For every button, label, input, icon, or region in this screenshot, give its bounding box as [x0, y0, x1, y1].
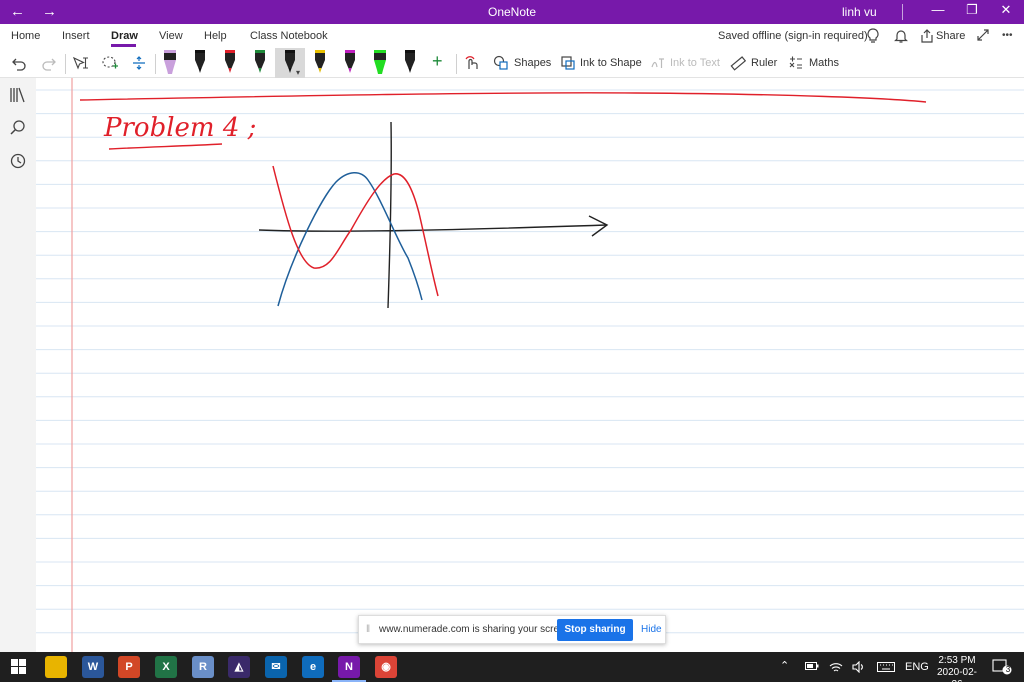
maths-icon[interactable] [788, 55, 804, 74]
ink-y-axis [387, 121, 392, 309]
active-tab-indicator [111, 44, 136, 47]
windows-taskbar: WPXR ◭ ✉ eN ◉ ⌃ ENG 2:53 PM 2020-02-26 3 [0, 652, 1024, 682]
ink-to-text-icon[interactable] [650, 55, 666, 74]
tray-chevron-icon[interactable]: ⌃ [780, 659, 789, 672]
ink-red-top-line [79, 92, 927, 103]
tab-draw[interactable]: Draw [111, 30, 138, 42]
tab-view[interactable]: View [159, 30, 183, 42]
stop-sharing-button[interactable]: Stop sharing [557, 619, 633, 641]
pen-8[interactable] [374, 50, 386, 74]
clock-time: 2:53 PM [938, 655, 976, 666]
ink-to-text-button[interactable]: Ink to Text [670, 57, 720, 69]
add-space-icon[interactable] [131, 55, 147, 74]
taskbar-app-chrome[interactable]: ◉ [375, 656, 397, 678]
search-icon[interactable] [9, 119, 27, 137]
minimize-button[interactable]: — [928, 2, 948, 17]
undo-icon[interactable] [11, 55, 27, 74]
shapes-button[interactable]: Shapes [514, 57, 551, 69]
share-button[interactable]: Share [936, 30, 965, 42]
toolbar-divider [65, 54, 66, 74]
type-select-icon[interactable] [72, 55, 90, 74]
ink-blue-curve [277, 172, 423, 307]
keyboard-icon[interactable] [877, 661, 895, 676]
share-message: www.numerade.com is sharing your screen. [379, 624, 573, 635]
tab-insert[interactable]: Insert [62, 30, 90, 42]
maths-button[interactable]: Maths [809, 57, 839, 69]
clock-date: 2020-02-26 [936, 667, 978, 682]
ruler-button[interactable]: Ruler [751, 57, 777, 69]
share-icon[interactable] [920, 28, 934, 47]
ruler-icon[interactable] [730, 55, 747, 74]
navigation-sidebar [0, 78, 36, 652]
tab-class-notebook[interactable]: Class Notebook [250, 30, 328, 42]
close-button[interactable]: ✕ [996, 2, 1016, 18]
pen-gallery [164, 50, 415, 74]
more-options-icon[interactable]: ••• [1002, 30, 1013, 41]
hide-link[interactable]: Hide [641, 624, 662, 635]
pen-6[interactable] [315, 50, 325, 73]
user-name[interactable]: linh vu [842, 5, 877, 19]
draw-toolbar: ▾ + Shapes Ink to Shape Ink to Text Rule… [0, 48, 1024, 78]
recent-notes-icon[interactable] [9, 152, 27, 170]
ink-layer[interactable]: Problem 4 ; [36, 78, 1024, 652]
bell-icon[interactable] [894, 28, 908, 47]
ink-x-axis [258, 224, 607, 232]
pen-5[interactable] [285, 50, 295, 73]
battery-icon[interactable] [805, 661, 819, 674]
wifi-icon[interactable] [829, 661, 843, 676]
pen-3[interactable] [225, 50, 235, 73]
notification-count: 3 [1005, 665, 1011, 674]
notebooks-icon[interactable] [9, 86, 27, 104]
taskbar-app-mail[interactable]: ✉ [265, 656, 287, 678]
taskbar-app-screen-recorder[interactable]: ◭ [228, 656, 250, 678]
handwritten-title: Problem 4 ; [103, 113, 256, 143]
system-clock[interactable]: 2:53 PM 2020-02-26 [933, 655, 981, 682]
pen-7[interactable] [345, 50, 355, 73]
toolbar-divider [155, 54, 156, 74]
lightbulb-icon[interactable] [866, 28, 880, 47]
taskbar-app-r[interactable]: R [192, 656, 214, 678]
volume-icon[interactable] [852, 660, 866, 676]
drag-handle-icon[interactable]: ‖ [366, 624, 370, 635]
note-page[interactable]: Problem 4 ; [36, 78, 1024, 652]
taskbar-app-powerpoint[interactable]: P [118, 656, 140, 678]
taskbar-app-file-explorer[interactable] [45, 656, 67, 678]
pen-4[interactable] [255, 50, 265, 73]
fullscreen-icon[interactable] [976, 28, 990, 45]
taskbar-app-word[interactable]: W [82, 656, 104, 678]
restore-button[interactable]: ❐ [962, 2, 982, 18]
titlebar-divider [902, 4, 903, 20]
screen-share-notification: ‖ www.numerade.com is sharing your scree… [358, 615, 666, 644]
ink-to-shape-icon[interactable] [560, 55, 576, 74]
language-indicator[interactable]: ENG [905, 661, 929, 673]
touch-draw-icon[interactable] [463, 55, 479, 74]
tab-help[interactable]: Help [204, 30, 227, 42]
ribbon-tabs: Home Insert Draw View Help Class Noteboo… [0, 24, 1024, 48]
taskbar-app-excel[interactable]: X [155, 656, 177, 678]
taskbar-app-onenote[interactable]: N [338, 656, 360, 678]
taskbar-app-edge[interactable]: e [302, 656, 324, 678]
pen-9[interactable] [405, 50, 415, 73]
pen-2[interactable] [195, 50, 205, 73]
add-pen-icon[interactable]: + [432, 52, 443, 70]
toolbar-divider [456, 54, 457, 74]
windows-start-icon[interactable] [11, 659, 26, 677]
redo-icon[interactable] [41, 55, 57, 74]
sync-status[interactable]: Saved offline (sign-in required) [718, 30, 868, 42]
pen-1[interactable] [164, 50, 176, 74]
lasso-select-icon[interactable] [101, 55, 119, 74]
ink-title-underline [108, 143, 223, 150]
tab-home[interactable]: Home [11, 30, 40, 42]
title-bar: ← → OneNote linh vu — ❐ ✕ [0, 0, 1024, 24]
ink-to-shape-button[interactable]: Ink to Shape [580, 57, 642, 69]
shapes-icon[interactable] [493, 55, 509, 74]
